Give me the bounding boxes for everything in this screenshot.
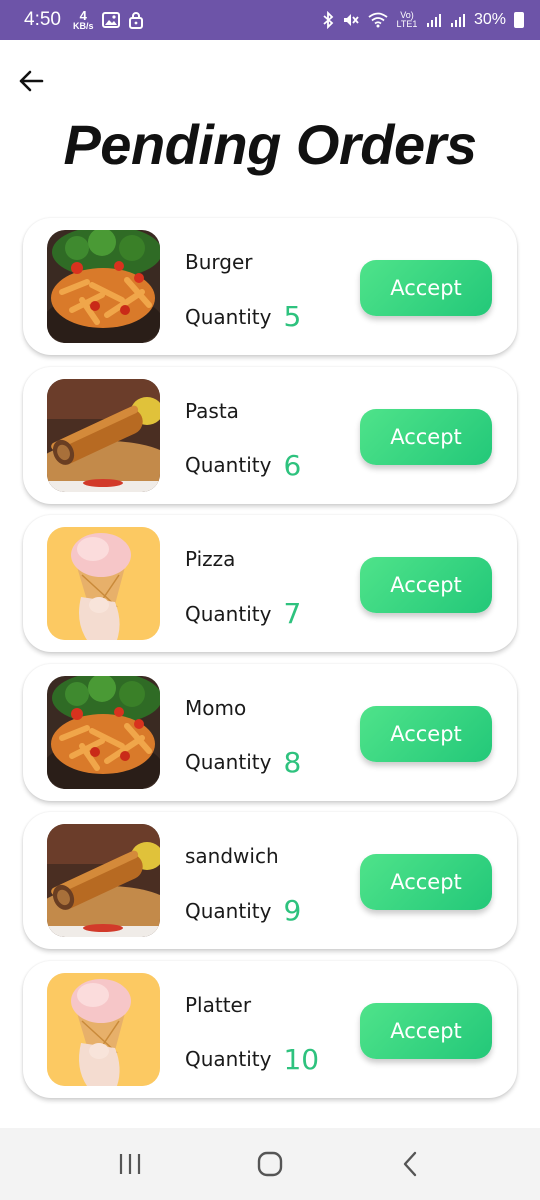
quantity-label: Quantity: [185, 1047, 272, 1072]
network-speed: 4 KB/s: [72, 7, 94, 31]
quantity-label: Quantity: [185, 453, 272, 478]
lock-icon: [128, 11, 144, 29]
order-card: Pizza Quantity 7 Accept: [23, 515, 517, 653]
recents-icon: [119, 1154, 141, 1174]
quantity-row: Quantity 5: [185, 300, 301, 333]
quantity-row: Quantity 7: [185, 597, 301, 630]
pasta-dish-image: [47, 230, 160, 343]
item-name: Pasta: [185, 398, 239, 423]
item-name: Pizza: [185, 547, 236, 572]
order-list: Burger Quantity 5 Accept Pasta Quantity …: [23, 218, 517, 1110]
signal-icon-1: [426, 12, 442, 28]
accept-button[interactable]: Accept: [360, 1002, 492, 1059]
signal-icon-2: [450, 12, 466, 28]
accept-button[interactable]: Accept: [360, 854, 492, 911]
accept-button[interactable]: Accept: [360, 408, 492, 465]
network-speed-value: 4: [79, 7, 87, 23]
quantity-row: Quantity 10: [185, 1043, 319, 1076]
quantity-value: 9: [283, 894, 302, 928]
quantity-value: 5: [283, 300, 302, 333]
quantity-label: Quantity: [185, 750, 272, 775]
ice-cream-image: [47, 972, 160, 1086]
order-card: Pasta Quantity 6 Accept: [23, 366, 517, 504]
nav-back-button[interactable]: [380, 1134, 440, 1194]
quantity-label: Quantity: [185, 601, 272, 626]
quantity-label: Quantity: [185, 304, 272, 329]
bluetooth-icon: [322, 11, 334, 29]
back-button[interactable]: [14, 64, 48, 98]
item-name: Momo: [185, 695, 247, 720]
wifi-icon: [368, 12, 388, 28]
ice-cream-image: [47, 527, 160, 641]
status-time: 4:50: [24, 9, 61, 30]
wraps-dish-image: [47, 824, 160, 938]
quantity-label: Quantity: [185, 898, 272, 923]
gallery-icon: [101, 12, 120, 28]
accept-button[interactable]: Accept: [360, 705, 492, 762]
battery-icon: [514, 12, 524, 28]
status-left: 4:50 4 KB/s: [24, 9, 144, 31]
network-label: Vo) LTE1: [396, 10, 418, 29]
order-card: Burger Quantity 5 Accept: [23, 218, 517, 355]
arrow-left-icon: [19, 70, 44, 92]
pasta-dish-image: [47, 675, 160, 789]
battery-percent: 30%: [473, 11, 506, 28]
quantity-value: 10: [283, 1042, 320, 1076]
home-button[interactable]: [240, 1134, 300, 1194]
item-name: Burger: [185, 250, 253, 274]
quantity-value: 7: [283, 597, 302, 631]
back-chevron-icon: [403, 1151, 417, 1177]
page-title: Pending Orders: [63, 113, 477, 176]
status-bar: 4:50 4 KB/s Vo) LTE1 30%: [0, 0, 540, 40]
mute-icon: [342, 11, 360, 29]
network-speed-unit: KB/s: [72, 20, 94, 31]
status-right: Vo) LTE1 30%: [322, 11, 524, 29]
recents-button[interactable]: [100, 1134, 160, 1194]
item-name: Platter: [185, 992, 252, 1017]
order-card: Platter Quantity 10 Accept: [23, 960, 517, 1098]
order-card: sandwich Quantity 9 Accept: [23, 812, 517, 950]
order-card: Momo Quantity 8 Accept: [23, 663, 517, 801]
item-name: sandwich: [185, 844, 279, 869]
quantity-value: 6: [283, 448, 302, 482]
accept-button[interactable]: Accept: [360, 557, 492, 614]
home-icon: [257, 1151, 283, 1177]
quantity-row: Quantity 9: [185, 894, 301, 927]
accept-button[interactable]: Accept: [360, 260, 492, 316]
wraps-dish-image: [47, 378, 160, 492]
system-nav-bar: [0, 1128, 540, 1200]
quantity-row: Quantity 6: [185, 449, 301, 482]
quantity-value: 8: [283, 745, 302, 779]
quantity-row: Quantity 8: [185, 746, 301, 779]
